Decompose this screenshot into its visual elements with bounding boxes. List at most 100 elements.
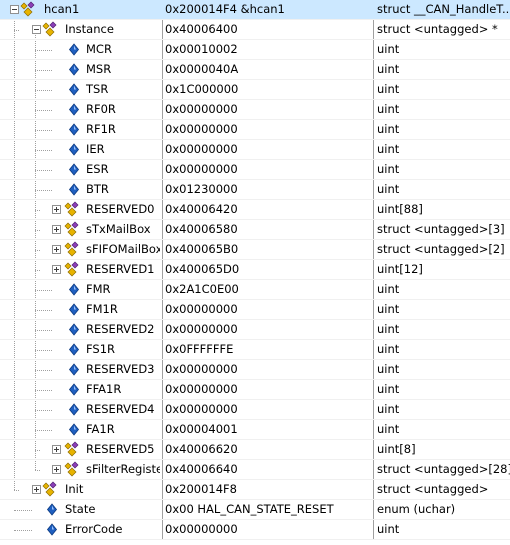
value-cell[interactable]: 0x00000000: [165, 140, 372, 159]
value-cell[interactable]: 0x00004001: [165, 420, 372, 439]
field-icon: [68, 103, 80, 119]
variable-name: hcan1: [44, 2, 80, 16]
value-cell[interactable]: 0x00000000: [165, 120, 372, 139]
type-cell: uint: [377, 102, 400, 116]
type-cell: uint: [377, 42, 400, 56]
watch-row[interactable]: hcan1 0x200014F4 &hcan1 struct __CAN_Handl…: [0, 0, 510, 20]
variable-name: ErrorCode: [65, 522, 123, 536]
value-cell[interactable]: 0x40006640: [165, 460, 372, 479]
value-cell[interactable]: 0x2A1C0E00: [165, 280, 372, 299]
value-cell[interactable]: 0x00 HAL_CAN_STATE_RESET: [165, 500, 372, 519]
field-icon: [68, 363, 80, 379]
value-cell[interactable]: 0x00000000: [165, 380, 372, 399]
value-cell[interactable]: 0x40006400: [165, 20, 372, 39]
watch-row[interactable]: FFA1R 0x00000000 uint: [0, 380, 510, 400]
watch-row[interactable]: RF1R 0x00000000 uint: [0, 120, 510, 140]
name-cell: RESERVED4: [0, 400, 160, 419]
watch-row[interactable]: RESERVED1 0x400065D0 uint[12]: [0, 260, 510, 280]
watch-row[interactable]: FA1R 0x00004001 uint: [0, 420, 510, 440]
expand-icon[interactable]: [32, 485, 41, 494]
value-cell[interactable]: 0x1C000000: [165, 80, 372, 99]
name-cell: FM1R: [0, 300, 160, 319]
value-cell[interactable]: 0x00010002: [165, 40, 372, 59]
name-cell: Init: [0, 480, 160, 499]
expand-icon[interactable]: [52, 245, 61, 254]
value-cell[interactable]: 0x40006420: [165, 200, 372, 219]
value-cell[interactable]: 0x00000000: [165, 320, 372, 339]
type-cell: uint: [377, 382, 400, 396]
expand-icon[interactable]: [52, 265, 61, 274]
type-cell: uint: [377, 182, 400, 196]
variable-name: ESR: [86, 162, 109, 176]
watch-row[interactable]: ESR 0x00000000 uint: [0, 160, 510, 180]
watch-row[interactable]: sFilterRegister 0x40006640 struct <untagge…: [0, 460, 510, 480]
field-icon: [46, 503, 58, 519]
value-cell[interactable]: 0x00000000: [165, 400, 372, 419]
watch-row[interactable]: RESERVED0 0x40006420 uint[88]: [0, 200, 510, 220]
watch-row[interactable]: ErrorCode 0x00000000 uint: [0, 520, 510, 540]
watch-row[interactable]: TSR 0x1C000000 uint: [0, 80, 510, 100]
expand-icon[interactable]: [52, 465, 61, 474]
watch-row[interactable]: BTR 0x01230000 uint: [0, 180, 510, 200]
collapse-icon[interactable]: [10, 5, 19, 14]
variable-name: FM1R: [86, 302, 118, 316]
value-cell[interactable]: 0x00000000: [165, 520, 372, 539]
value-cell[interactable]: 0x00000000: [165, 300, 372, 319]
value-cell[interactable]: 0x40006620: [165, 440, 372, 459]
watch-row[interactable]: RESERVED3 0x00000000 uint: [0, 360, 510, 380]
type-cell: uint[12]: [377, 262, 423, 276]
field-icon: [68, 303, 80, 319]
value-cell[interactable]: 0x00000000: [165, 160, 372, 179]
watch-row[interactable]: MCR 0x00010002 uint: [0, 40, 510, 60]
value-cell[interactable]: 0x00000000: [165, 100, 372, 119]
value-cell[interactable]: 0x01230000: [165, 180, 372, 199]
variable-name: Instance: [65, 22, 114, 36]
watch-row[interactable]: FS1R 0x0FFFFFFE uint: [0, 340, 510, 360]
variable-name: RF1R: [86, 122, 116, 136]
struct-icon: [64, 261, 82, 279]
variable-name: FMR: [86, 282, 111, 296]
value-cell[interactable]: 0x40006580: [165, 220, 372, 239]
name-cell: State: [0, 500, 160, 519]
watch-row[interactable]: RF0R 0x00000000 uint: [0, 100, 510, 120]
type-cell: uint[8]: [377, 442, 416, 456]
expand-icon[interactable]: [52, 225, 61, 234]
value-cell[interactable]: 0x0000040A: [165, 60, 372, 79]
expand-icon[interactable]: [52, 205, 61, 214]
value-cell[interactable]: 0x0FFFFFFE: [165, 340, 372, 359]
type-cell: uint: [377, 142, 400, 156]
watch-row[interactable]: Instance 0x40006400 struct <untagged> *: [0, 20, 510, 40]
collapse-icon[interactable]: [32, 25, 41, 34]
struct-icon: [20, 1, 38, 19]
name-cell: sFIFOMailBox: [0, 240, 160, 259]
expand-icon[interactable]: [52, 445, 61, 454]
type-cell: uint: [377, 302, 400, 316]
watch-row[interactable]: IER 0x00000000 uint: [0, 140, 510, 160]
variable-name: IER: [86, 142, 105, 156]
type-cell: uint: [377, 162, 400, 176]
watch-row[interactable]: sTxMailBox 0x40006580 struct <untagged>[3]: [0, 220, 510, 240]
name-cell: TSR: [0, 80, 160, 99]
watch-row[interactable]: RESERVED4 0x00000000 uint: [0, 400, 510, 420]
name-cell: RESERVED5: [0, 440, 160, 459]
struct-icon: [64, 241, 82, 259]
watch-row[interactable]: sFIFOMailBox 0x400065B0 struct <untagged>[…: [0, 240, 510, 260]
struct-icon: [64, 201, 82, 219]
watch-row[interactable]: FMR 0x2A1C0E00 uint: [0, 280, 510, 300]
watch-row[interactable]: FM1R 0x00000000 uint: [0, 300, 510, 320]
type-cell: uint: [377, 122, 400, 136]
watch-row[interactable]: MSR 0x0000040A uint: [0, 60, 510, 80]
value-cell[interactable]: 0x200014F4 &hcan1: [165, 0, 372, 19]
name-cell: Instance: [0, 20, 160, 39]
type-cell: uint: [377, 282, 400, 296]
watch-row[interactable]: Init 0x200014F8 struct <untagged>: [0, 480, 510, 500]
watch-row[interactable]: State 0x00 HAL_CAN_STATE_RESET enum (uchar…: [0, 500, 510, 520]
value-cell[interactable]: 0x00000000: [165, 360, 372, 379]
value-cell[interactable]: 0x400065B0: [165, 240, 372, 259]
watch-row[interactable]: RESERVED5 0x40006620 uint[8]: [0, 440, 510, 460]
watch-row[interactable]: RESERVED2 0x00000000 uint: [0, 320, 510, 340]
value-cell[interactable]: 0x200014F8: [165, 480, 372, 499]
value-cell[interactable]: 0x400065D0: [165, 260, 372, 279]
type-cell: uint: [377, 342, 400, 356]
variable-name: RESERVED1: [86, 262, 155, 276]
